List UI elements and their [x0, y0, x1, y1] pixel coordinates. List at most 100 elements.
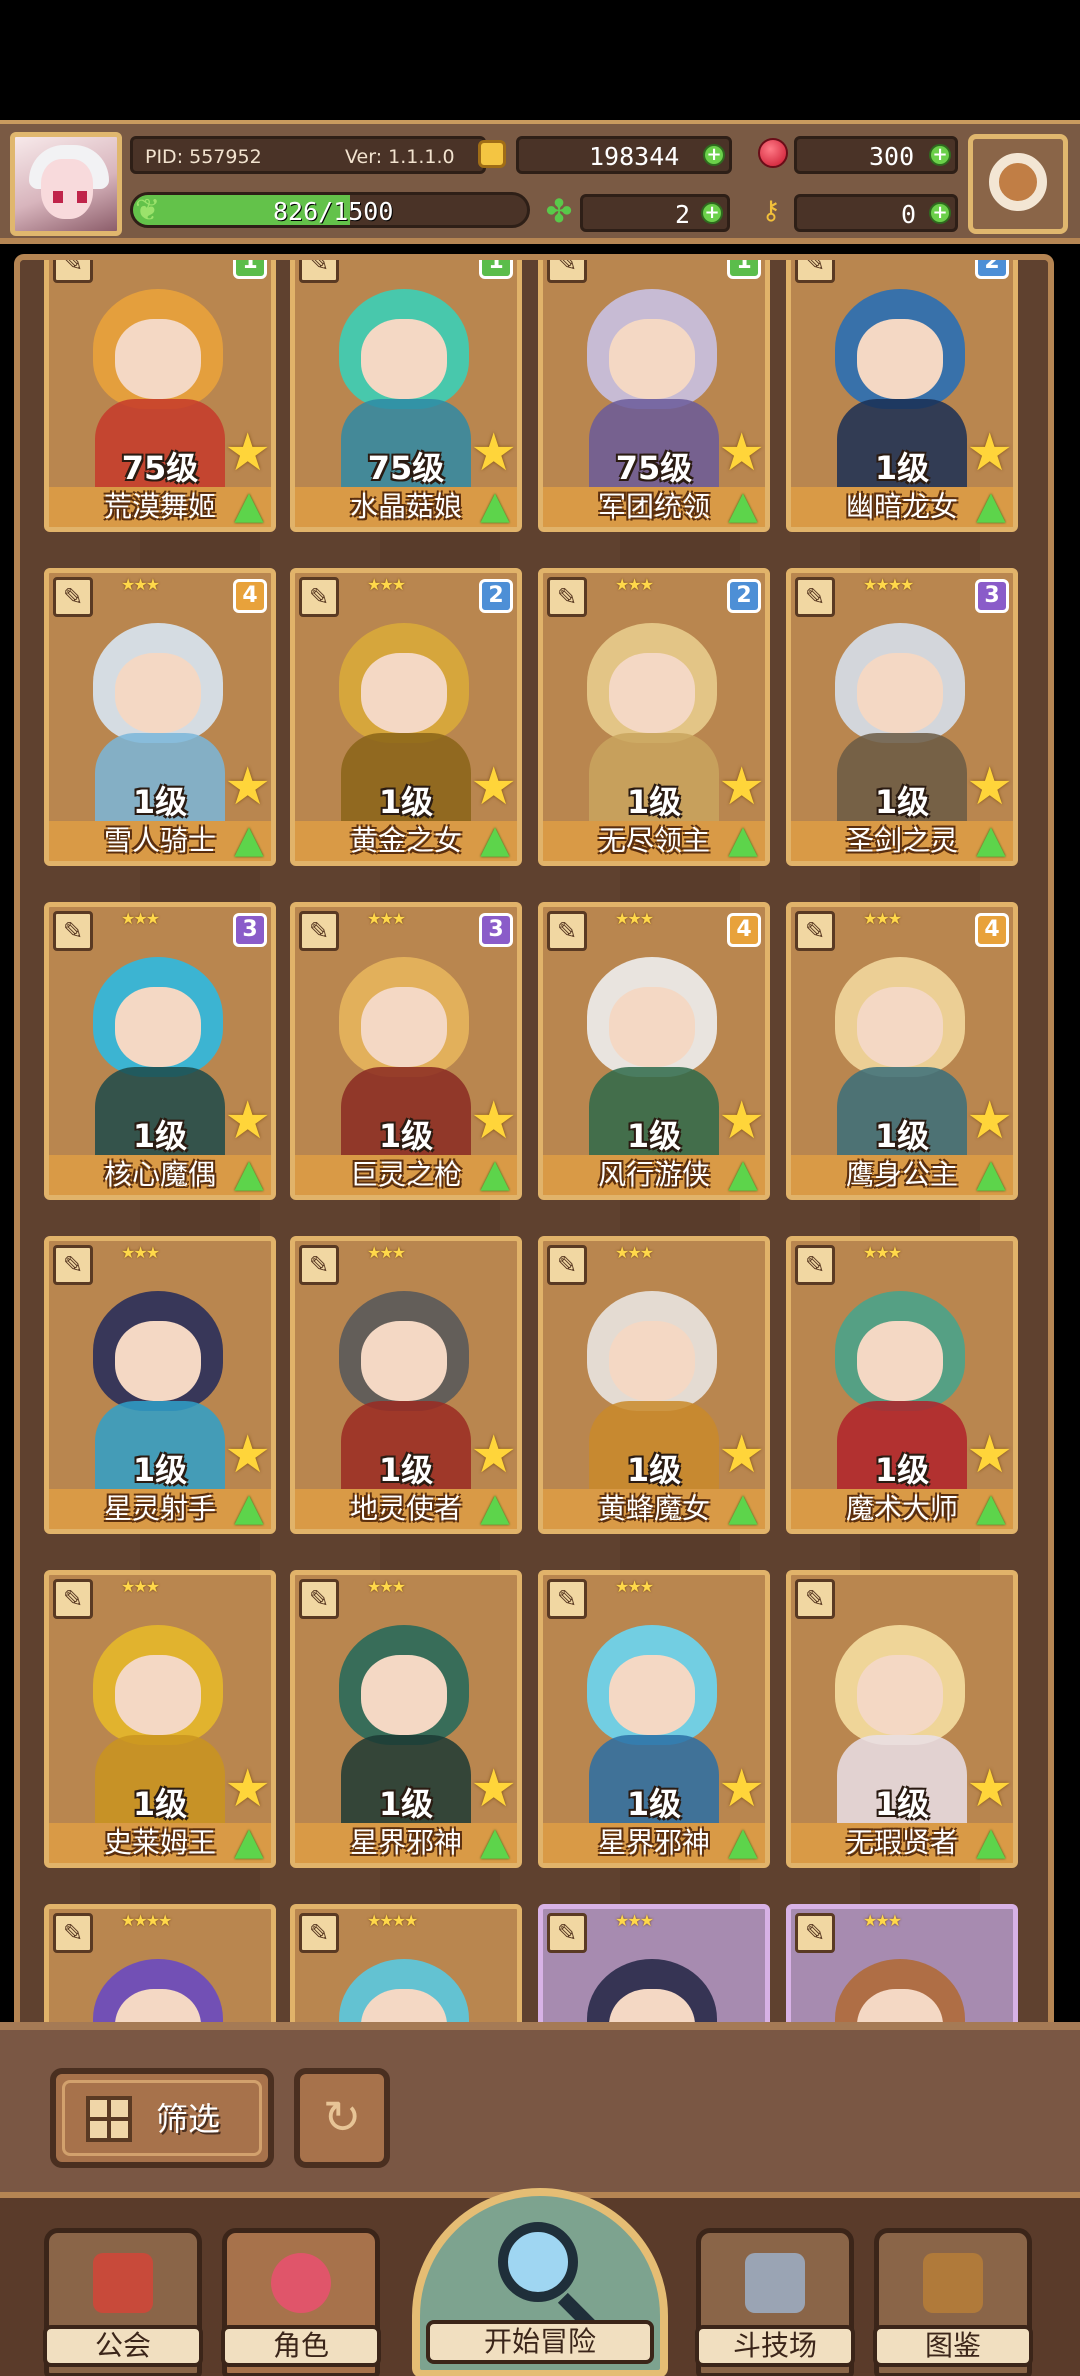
star-upgrade-icon[interactable]: ★: [224, 1429, 271, 1481]
hero-card[interactable]: ✎ ★★★★: [44, 1904, 276, 2028]
rarity-stars: ★★★★: [863, 254, 912, 260]
hero-card[interactable]: ✎ 1级 ★ 无瑕贤者 ▲: [786, 1570, 1018, 1868]
portrait-face: [609, 653, 695, 733]
level-up-arrow-icon[interactable]: ▲: [971, 485, 1011, 525]
level-up-arrow-icon[interactable]: ▲: [475, 485, 515, 525]
nav-codex[interactable]: 图鉴: [873, 2228, 1033, 2376]
star-upgrade-icon[interactable]: ★: [966, 1095, 1013, 1147]
level-up-arrow-icon[interactable]: ▲: [229, 819, 269, 859]
add-clover-button[interactable]: +: [701, 202, 723, 224]
level-up-arrow-icon[interactable]: ▲: [475, 1821, 515, 1861]
hero-card[interactable]: ✎ ★★★ 4 1级 ★ 风行游侠 ▲: [538, 902, 770, 1200]
star-upgrade-icon[interactable]: ★: [470, 427, 517, 479]
hero-card[interactable]: ✎ ★★★★ 3 1级 ★ 圣剑之灵 ▲: [786, 568, 1018, 866]
tier-badge: 1: [233, 260, 267, 279]
filter-button[interactable]: 筛选: [50, 2068, 274, 2168]
add-gem-button[interactable]: +: [929, 144, 951, 166]
class-icon: ✎: [547, 911, 587, 951]
level-up-arrow-icon[interactable]: ▲: [475, 1487, 515, 1527]
portrait-face: [609, 1655, 695, 1735]
level-up-arrow-icon[interactable]: ▲: [971, 819, 1011, 859]
star-upgrade-icon[interactable]: ★: [966, 1429, 1013, 1481]
star-upgrade-icon[interactable]: ★: [470, 1429, 517, 1481]
hero-card[interactable]: ✎★★★★★175级★水晶菇娘▲: [290, 260, 522, 532]
hero-card[interactable]: ✎ ★★★ 2 1级 ★ 无尽领主 ▲: [538, 568, 770, 866]
nav-heroes[interactable]: 角色: [221, 2228, 381, 2376]
level-up-arrow-icon[interactable]: ▲: [723, 485, 763, 525]
nav-arena[interactable]: 斗技场: [695, 2228, 855, 2376]
add-gold-button[interactable]: +: [703, 144, 725, 166]
rarity-stars: ★★★: [615, 1911, 654, 1930]
hero-card[interactable]: ✎ ★★★ 1级 ★ 地灵使者 ▲: [290, 1236, 522, 1534]
star-upgrade-icon[interactable]: ★: [718, 1763, 765, 1815]
star-upgrade-icon[interactable]: ★: [966, 761, 1013, 813]
clover-icon: ✤: [545, 192, 573, 230]
star-upgrade-icon[interactable]: ★: [718, 761, 765, 813]
hero-card[interactable]: ✎ ★★★ 1级 ★ 魔术大师 ▲: [786, 1236, 1018, 1534]
guild-house-icon: [93, 2253, 153, 2313]
level-up-arrow-icon[interactable]: ▲: [723, 1487, 763, 1527]
level-up-arrow-icon[interactable]: ▲: [229, 1487, 269, 1527]
avatar-eye-right: [77, 191, 87, 203]
hero-card[interactable]: ✎ ★★★ 1级 ★ 星界邪神 ▲: [290, 1570, 522, 1868]
portrait-face: [857, 1321, 943, 1401]
star-upgrade-icon[interactable]: ★: [470, 1763, 517, 1815]
nav-guild[interactable]: 公会: [43, 2228, 203, 2376]
star-upgrade-icon[interactable]: ★: [224, 761, 271, 813]
level-up-arrow-icon[interactable]: ▲: [971, 1821, 1011, 1861]
star-upgrade-icon[interactable]: ★: [966, 427, 1013, 479]
star-upgrade-icon[interactable]: ★: [470, 1095, 517, 1147]
level-up-arrow-icon[interactable]: ▲: [971, 1153, 1011, 1193]
avatar-face: [41, 159, 93, 219]
level-up-arrow-icon[interactable]: ▲: [723, 1821, 763, 1861]
star-upgrade-icon[interactable]: ★: [718, 1429, 765, 1481]
hero-card[interactable]: ✎ ★★★ 1级 ★ 黄蜂魔女 ▲: [538, 1236, 770, 1534]
star-upgrade-icon[interactable]: ★: [470, 761, 517, 813]
hero-card[interactable]: ✎ ★★★ 4 1级 ★ 鹰身公主 ▲: [786, 902, 1018, 1200]
level-up-arrow-icon[interactable]: ▲: [971, 1487, 1011, 1527]
stamina-bar: ❦ 826/1500: [130, 192, 530, 228]
star-upgrade-icon[interactable]: ★: [718, 1095, 765, 1147]
star-upgrade-icon[interactable]: ★: [966, 1763, 1013, 1815]
hero-card[interactable]: ✎★★★★175级★荒漠舞姬▲: [44, 260, 276, 532]
hero-card[interactable]: ✎ ★★★ 3 1级 ★ 巨灵之枪 ▲: [290, 902, 522, 1200]
hero-card[interactable]: ✎ ★★★ 1级 ★ 星界邪神 ▲: [538, 1570, 770, 1868]
hero-list[interactable]: ✎★★★★175级★荒漠舞姬▲✎★★★★★175级★水晶菇娘▲✎★★★★175级…: [14, 254, 1054, 2034]
refresh-button[interactable]: ↻: [294, 2068, 390, 2168]
player-avatar[interactable]: [10, 132, 122, 236]
level-up-arrow-icon[interactable]: ▲: [723, 819, 763, 859]
portrait-face: [857, 987, 943, 1067]
class-icon: ✎: [795, 1245, 835, 1285]
stamina-leaf-icon: ❦: [135, 193, 161, 228]
star-upgrade-icon[interactable]: ★: [224, 427, 271, 479]
add-key-button[interactable]: +: [929, 202, 951, 224]
level-up-arrow-icon[interactable]: ▲: [723, 1153, 763, 1193]
star-upgrade-icon[interactable]: ★: [718, 427, 765, 479]
class-icon: ✎: [547, 1913, 587, 1953]
id-version-pill: PID: 557952 Ver: 1.1.1.0: [130, 136, 486, 174]
hero-card[interactable]: ✎ ★★★ 3 1级 ★ 核心魔偶 ▲: [44, 902, 276, 1200]
star-upgrade-icon[interactable]: ★: [224, 1763, 271, 1815]
hero-card[interactable]: ✎ ★★★: [538, 1904, 770, 2028]
level-up-arrow-icon[interactable]: ▲: [229, 485, 269, 525]
magnifier-icon: [498, 2222, 578, 2302]
hero-card[interactable]: ✎ ★★★: [786, 1904, 1018, 2028]
level-up-arrow-icon[interactable]: ▲: [475, 819, 515, 859]
hero-card[interactable]: ✎ ★★★ 4 1级 ★ 雪人骑士 ▲: [44, 568, 276, 866]
hero-card[interactable]: ✎ ★★★ 1级 ★ 史莱姆王 ▲: [44, 1570, 276, 1868]
star-upgrade-icon[interactable]: ★: [224, 1095, 271, 1147]
tier-badge: 4: [975, 913, 1009, 947]
hero-card[interactable]: ✎ ★★★ 2 1级 ★ 黄金之女 ▲: [290, 568, 522, 866]
hero-card[interactable]: ✎ ★★★ 1级 ★ 星灵射手 ▲: [44, 1236, 276, 1534]
class-icon: ✎: [53, 260, 93, 283]
level-up-arrow-icon[interactable]: ▲: [229, 1153, 269, 1193]
rarity-stars: ★★★: [367, 575, 406, 594]
hero-card[interactable]: ✎★★★★175级★军团统领▲: [538, 260, 770, 532]
rarity-stars: ★★★: [121, 1577, 160, 1596]
hero-card[interactable]: ✎ ★★★★: [290, 1904, 522, 2028]
hero-card[interactable]: ✎★★★★21级★幽暗龙女▲: [786, 254, 1018, 532]
settings-button[interactable]: [968, 134, 1068, 234]
level-up-arrow-icon[interactable]: ▲: [229, 1821, 269, 1861]
level-up-arrow-icon[interactable]: ▲: [475, 1153, 515, 1193]
start-adventure-button[interactable]: 开始冒险: [412, 2188, 668, 2376]
